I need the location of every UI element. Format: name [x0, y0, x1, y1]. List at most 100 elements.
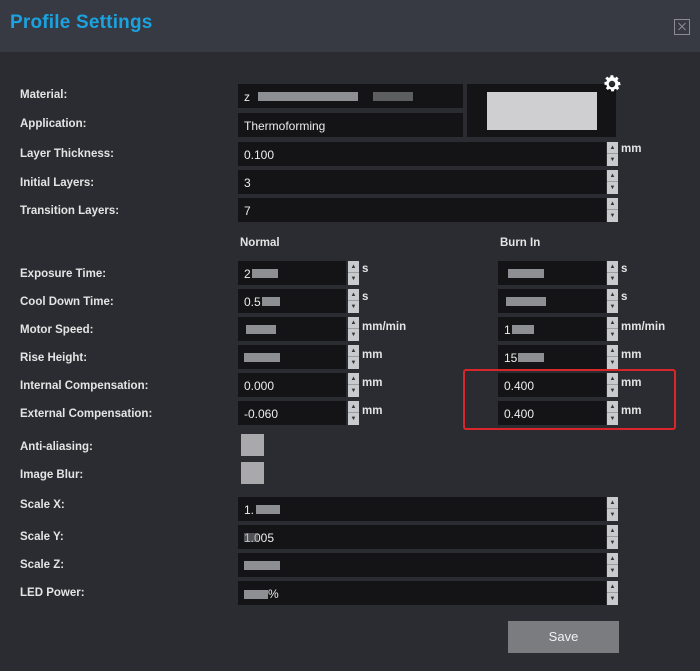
anti-aliasing-label: Anti-aliasing: — [20, 441, 93, 453]
material-image-panel — [467, 84, 616, 137]
exposure-time-label: Exposure Time: — [20, 268, 107, 280]
chevron-down-icon[interactable]: ▼ — [607, 154, 618, 166]
material-field[interactable]: z — [238, 84, 463, 108]
led-power-stepper[interactable]: ▲ ▼ — [607, 581, 618, 605]
chevron-down-icon[interactable]: ▼ — [607, 357, 618, 369]
chevron-up-icon[interactable]: ▲ — [348, 345, 359, 357]
rise-height-burn-stepper[interactable]: ▲ ▼ — [607, 345, 618, 369]
external-compensation-label: External Compensation: — [20, 408, 153, 420]
chevron-down-icon[interactable]: ▼ — [607, 210, 618, 222]
cool-down-normal-stepper[interactable]: ▲ ▼ — [348, 289, 359, 313]
chevron-up-icon[interactable]: ▲ — [607, 261, 618, 273]
scale-y-input[interactable]: 1.005 — [238, 525, 606, 549]
layer-thickness-input[interactable]: 0.100 — [238, 142, 606, 166]
chevron-up-icon[interactable]: ▲ — [348, 317, 359, 329]
exposure-time-burn-stepper[interactable]: ▲ ▼ — [607, 261, 618, 285]
burn-in-compensation-highlight — [463, 369, 676, 430]
chevron-down-icon[interactable]: ▼ — [607, 537, 618, 549]
application-label: Application: — [20, 118, 87, 130]
scale-z-input[interactable] — [238, 553, 606, 577]
chevron-up-icon[interactable]: ▲ — [348, 289, 359, 301]
gear-icon[interactable] — [601, 73, 623, 95]
chevron-down-icon[interactable]: ▼ — [348, 385, 359, 397]
cool-down-normal-input[interactable]: 0.5 — [238, 289, 346, 313]
chevron-up-icon[interactable]: ▲ — [607, 581, 618, 593]
anti-aliasing-checkbox[interactable] — [241, 434, 264, 456]
chevron-down-icon[interactable]: ▼ — [348, 357, 359, 369]
motor-speed-burn-stepper[interactable]: ▲ ▼ — [607, 317, 618, 341]
led-power-label: LED Power: — [20, 587, 85, 599]
chevron-down-icon[interactable]: ▼ — [607, 565, 618, 577]
dialog-title: Profile Settings — [10, 12, 153, 33]
chevron-up-icon[interactable]: ▲ — [607, 553, 618, 565]
redacted-value — [244, 353, 280, 362]
chevron-down-icon[interactable]: ▼ — [607, 182, 618, 194]
chevron-up-icon[interactable]: ▲ — [607, 497, 618, 509]
internal-comp-normal-input[interactable]: 0.000 — [238, 373, 346, 397]
scale-x-value: 1. — [244, 503, 255, 517]
chevron-down-icon[interactable]: ▼ — [348, 273, 359, 285]
rise-height-burn-value: 15 — [504, 351, 518, 365]
chevron-down-icon[interactable]: ▼ — [607, 329, 618, 341]
close-icon[interactable] — [674, 19, 690, 35]
scale-x-input[interactable]: 1. — [238, 497, 606, 521]
initial-layers-input[interactable]: 3 — [238, 170, 606, 194]
image-blur-checkbox[interactable] — [241, 462, 264, 484]
chevron-up-icon[interactable]: ▲ — [348, 261, 359, 273]
chevron-up-icon[interactable]: ▲ — [607, 317, 618, 329]
chevron-up-icon[interactable]: ▲ — [348, 373, 359, 385]
exposure-time-burn-input[interactable] — [498, 261, 606, 285]
column-normal-header: Normal — [240, 237, 280, 249]
chevron-up-icon[interactable]: ▲ — [607, 289, 618, 301]
material-label: Material: — [20, 89, 68, 101]
chevron-down-icon[interactable]: ▼ — [607, 301, 618, 313]
chevron-up-icon[interactable]: ▲ — [607, 345, 618, 357]
chevron-up-icon[interactable]: ▲ — [348, 401, 359, 413]
scale-z-label: Scale Z: — [20, 559, 65, 571]
transition-layers-stepper[interactable]: ▲ ▼ — [607, 198, 618, 222]
material-image-redacted — [487, 92, 597, 130]
transition-layers-label: Transition Layers: — [20, 205, 120, 217]
internal-comp-normal-stepper[interactable]: ▲ ▼ — [348, 373, 359, 397]
external-comp-normal-stepper[interactable]: ▲ ▼ — [348, 401, 359, 425]
scale-z-stepper[interactable]: ▲ ▼ — [607, 553, 618, 577]
motor-speed-burn-input[interactable]: 1 — [498, 317, 606, 341]
chevron-down-icon[interactable]: ▼ — [348, 301, 359, 313]
rise-height-normal-stepper[interactable]: ▲ ▼ — [348, 345, 359, 369]
motor-speed-normal-stepper[interactable]: ▲ ▼ — [348, 317, 359, 341]
chevron-down-icon[interactable]: ▼ — [348, 329, 359, 341]
led-power-input[interactable]: % — [238, 581, 606, 605]
chevron-up-icon[interactable]: ▲ — [607, 142, 618, 154]
scale-x-stepper[interactable]: ▲ ▼ — [607, 497, 618, 521]
motor-speed-normal-unit: mm/min — [362, 321, 407, 333]
save-button[interactable]: Save — [508, 621, 619, 653]
layer-thickness-stepper[interactable]: ▲ ▼ — [607, 142, 618, 166]
chevron-up-icon[interactable]: ▲ — [607, 170, 618, 182]
transition-layers-input[interactable]: 7 — [238, 198, 606, 222]
chevron-up-icon[interactable]: ▲ — [607, 525, 618, 537]
chevron-down-icon[interactable]: ▼ — [348, 413, 359, 425]
chevron-down-icon[interactable]: ▼ — [607, 273, 618, 285]
rise-height-burn-input[interactable]: 15 — [498, 345, 606, 369]
chevron-down-icon[interactable]: ▼ — [607, 593, 618, 605]
material-redacted — [258, 92, 358, 101]
rise-height-normal-input[interactable] — [238, 345, 346, 369]
cool-down-burn-stepper[interactable]: ▲ ▼ — [607, 289, 618, 313]
scale-x-label: Scale X: — [20, 499, 65, 511]
chevron-down-icon[interactable]: ▼ — [607, 509, 618, 521]
redacted-value — [244, 590, 268, 600]
column-burn-in-header: Burn In — [500, 237, 541, 249]
scale-y-stepper[interactable]: ▲ ▼ — [607, 525, 618, 549]
exposure-time-normal-input[interactable]: 2 — [238, 261, 346, 285]
external-comp-normal-input[interactable]: -0.060 — [238, 401, 346, 425]
cool-down-burn-input[interactable] — [498, 289, 606, 313]
initial-layers-stepper[interactable]: ▲ ▼ — [607, 170, 618, 194]
motor-speed-normal-input[interactable] — [238, 317, 346, 341]
redacted-value — [244, 533, 258, 542]
application-field[interactable]: Thermoforming — [238, 113, 463, 137]
chevron-up-icon[interactable]: ▲ — [607, 198, 618, 210]
material-redacted-2 — [373, 92, 413, 101]
motor-speed-burn-value: 1 — [504, 323, 511, 337]
exposure-time-normal-stepper[interactable]: ▲ ▼ — [348, 261, 359, 285]
profile-settings-dialog: Profile Settings Material: z Application… — [0, 0, 700, 671]
